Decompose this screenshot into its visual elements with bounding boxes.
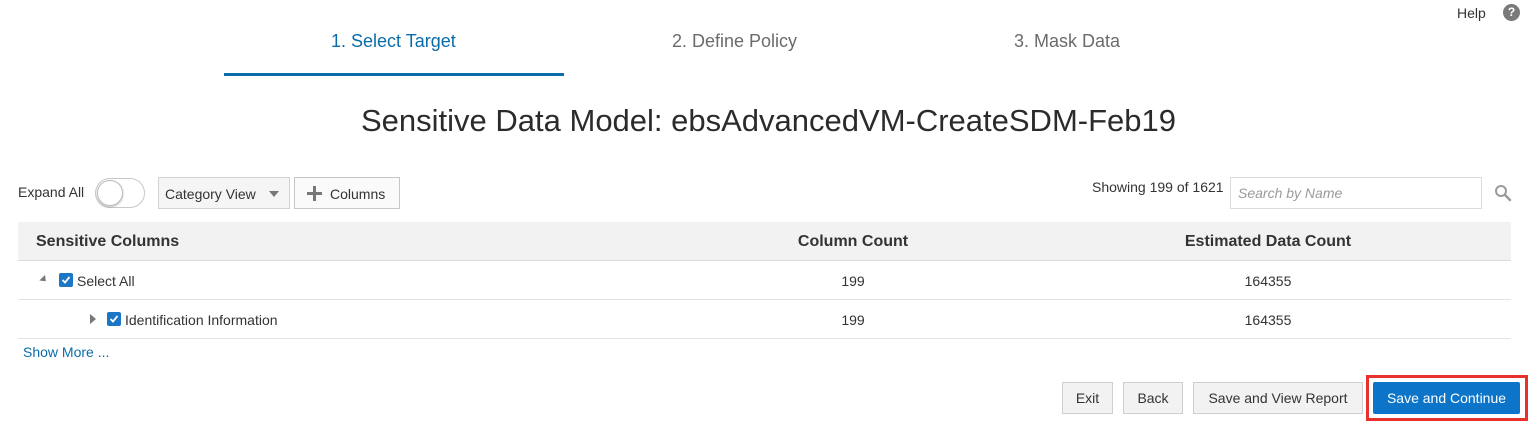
search-icon[interactable] [1494, 184, 1512, 202]
active-step-indicator [224, 73, 564, 76]
expand-triangle-icon[interactable] [90, 314, 96, 324]
show-more-link[interactable]: Show More ... [23, 344, 109, 360]
estimated-count-cell: 164355 [1244, 273, 1292, 289]
table-row: Identification Information 199 164355 [18, 300, 1511, 339]
row-label: Identification Information [125, 312, 278, 328]
header-column-count[interactable]: Column Count [738, 233, 968, 251]
exit-button[interactable]: Exit [1062, 382, 1113, 414]
search-input[interactable] [1230, 177, 1482, 209]
result-count: Showing 199 of 1621 [1092, 179, 1224, 195]
wizard-step-mask-data[interactable]: 3. Mask Data [1014, 31, 1120, 52]
question-circle-icon[interactable]: ? [1503, 4, 1520, 21]
table-header: Sensitive Columns Column Count Estimated… [18, 222, 1511, 261]
sensitive-columns-table: Sensitive Columns Column Count Estimated… [18, 222, 1511, 339]
view-select[interactable]: Category View [158, 177, 290, 209]
expand-all-label: Expand All [18, 184, 85, 200]
row-label: Select All [77, 273, 135, 289]
wizard-step-select-target[interactable]: 1. Select Target [331, 31, 456, 52]
help-link[interactable]: Help [1457, 5, 1486, 21]
view-select-value: Category View [165, 186, 256, 202]
checkbox-identification-information[interactable] [107, 312, 121, 326]
column-count-cell: 199 [841, 273, 865, 289]
save-and-view-report-button[interactable]: Save and View Report [1193, 382, 1363, 414]
back-button[interactable]: Back [1123, 382, 1183, 414]
columns-button-label: Columns [330, 186, 386, 202]
chevron-down-icon [269, 191, 279, 197]
column-count-cell: 199 [841, 312, 865, 328]
table-row: Select All 199 164355 [18, 261, 1511, 300]
columns-button[interactable]: Columns [294, 177, 400, 209]
page-title: Sensitive Data Model: ebsAdvancedVM-Crea… [361, 103, 1176, 138]
expand-all-toggle[interactable] [95, 178, 145, 208]
estimated-count-cell: 164355 [1244, 312, 1292, 328]
collapse-triangle-icon[interactable] [39, 274, 49, 285]
plus-icon [307, 186, 322, 201]
header-sensitive-columns[interactable]: Sensitive Columns [36, 233, 179, 251]
save-and-continue-button[interactable]: Save and Continue [1373, 382, 1520, 414]
toggle-knob [97, 180, 123, 206]
wizard-step-define-policy[interactable]: 2. Define Policy [672, 31, 797, 52]
checkbox-select-all[interactable] [59, 273, 73, 287]
header-estimated-data-count[interactable]: Estimated Data Count [1153, 233, 1383, 251]
